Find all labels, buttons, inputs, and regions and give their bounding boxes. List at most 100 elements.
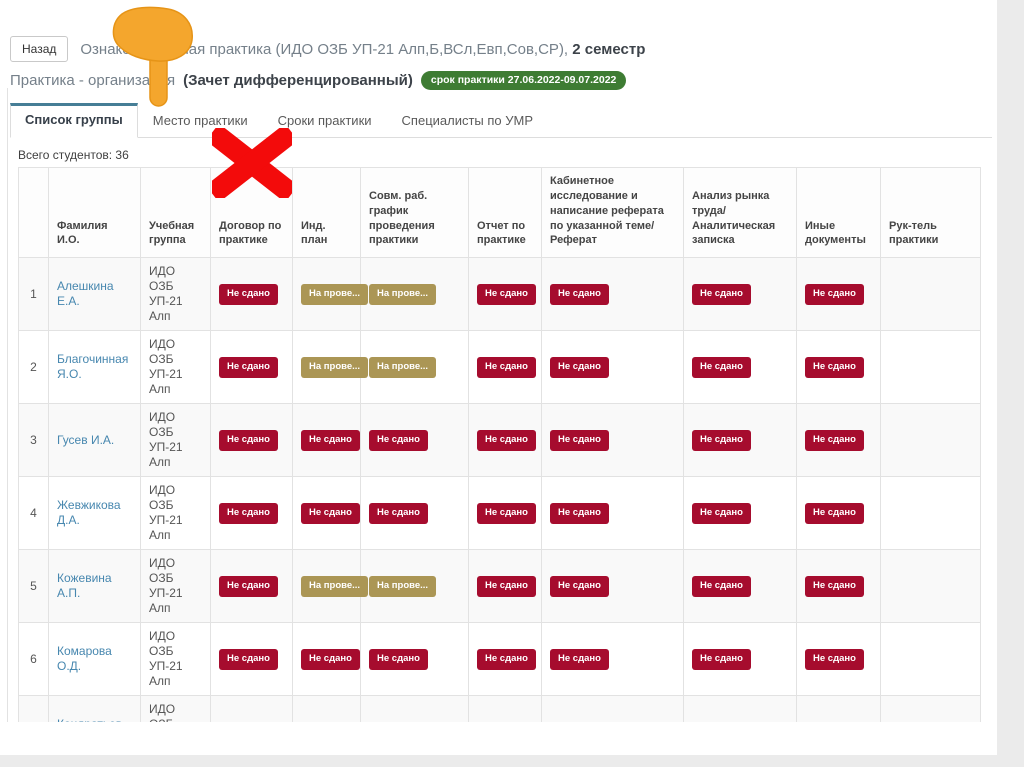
- status-badge-not-submitted[interactable]: Не сдано: [219, 429, 278, 451]
- status-cell: Не сдано: [468, 403, 542, 478]
- status-badge-not-submitted[interactable]: Не сдано: [550, 575, 609, 597]
- student-name-link[interactable]: Кондратьев Н.А.: [57, 717, 122, 722]
- supervisor-cell: [880, 476, 981, 551]
- status-badge-not-submitted[interactable]: Не сдано: [219, 356, 278, 378]
- column-header: Анализ рынка труда/ Аналитическая записк…: [683, 166, 797, 259]
- table-row: 3 Гусев И.А. ИДО ОЗБ УП-21 Алп Не сдано Не с…: [18, 403, 981, 478]
- student-name-link[interactable]: Благочинная Я.О.: [57, 352, 128, 381]
- status-badge-not-submitted[interactable]: Не сдано: [301, 429, 360, 451]
- status-badge-not-submitted[interactable]: Не сдано: [692, 283, 751, 305]
- row-number: 6: [18, 622, 49, 697]
- page-title-text: Ознакомительная практика (ИДО ОЗБ УП-21 …: [80, 40, 569, 58]
- students-table: Фамилия И.О. Учебная группа Договор по пра…: [18, 166, 981, 722]
- status-badge-in-review[interactable]: На прове...: [369, 283, 437, 305]
- status-badge-not-submitted[interactable]: Не сдано: [692, 356, 751, 378]
- status-cell: Не сдано: [210, 622, 293, 697]
- status-badge-not-submitted[interactable]: Не сдано: [805, 648, 864, 670]
- student-name-link[interactable]: Гусев И.А.: [57, 433, 114, 447]
- table-row: 4 Жевжикова Д.А. ИДО ОЗБ УП-21 Алп Не сдано…: [18, 476, 981, 551]
- student-name-cell: Кожевина А.П.: [48, 549, 141, 624]
- status-cell: На прове...: [292, 330, 369, 405]
- status-cell: На прове...: [360, 330, 469, 405]
- status-badge-not-submitted[interactable]: Не сдано: [301, 502, 360, 524]
- status-badge-not-submitted[interactable]: Не сдано: [477, 429, 536, 451]
- status-badge-not-submitted[interactable]: Не сдано: [805, 575, 864, 597]
- status-cell: Не сдано: [210, 330, 293, 405]
- status-badge-not-submitted[interactable]: Не сдано: [550, 429, 609, 451]
- tab-group-list[interactable]: Список группы: [10, 103, 138, 138]
- student-group-cell: ИДО ОЗБ УП-21 Алп: [140, 695, 211, 722]
- status-badge-not-submitted[interactable]: Не сдано: [805, 502, 864, 524]
- student-name-link[interactable]: Жевжикова Д.А.: [57, 498, 121, 527]
- table-header: Фамилия И.О. Учебная группа Договор по пра…: [18, 166, 981, 259]
- student-name-cell: Жевжикова Д.А.: [48, 476, 141, 551]
- status-badge-not-submitted[interactable]: Не сдано: [550, 502, 609, 524]
- column-header: Фамилия И.О.: [48, 166, 141, 259]
- status-badge-not-submitted[interactable]: Не сдано: [550, 283, 609, 305]
- status-cell: Не сдано: [683, 257, 797, 332]
- student-name-link[interactable]: Алешкина Е.А.: [57, 279, 114, 308]
- back-button[interactable]: Назад: [10, 36, 69, 62]
- status-cell: Не сдано: [360, 622, 469, 697]
- row-number: 2: [18, 330, 49, 405]
- column-header: Инд. план: [292, 166, 361, 259]
- status-badge-not-submitted[interactable]: Не сдано: [805, 283, 864, 305]
- status-badge-not-submitted[interactable]: Не сдано: [477, 283, 536, 305]
- status-cell: Не сдано: [541, 257, 684, 332]
- status-badge-in-review[interactable]: На прове...: [301, 356, 369, 378]
- status-cell: Не сдано: [292, 476, 361, 551]
- status-badge-not-submitted[interactable]: Не сдано: [369, 502, 428, 524]
- status-badge-not-submitted[interactable]: Не сдано: [692, 575, 751, 597]
- status-cell: На прове...: [292, 549, 369, 624]
- student-name-link[interactable]: Комарова О.Д.: [57, 644, 112, 673]
- status-badge-not-submitted[interactable]: Не сдано: [805, 429, 864, 451]
- status-cell: Не сдано: [468, 695, 542, 722]
- student-name-link[interactable]: Кожевина А.П.: [57, 571, 112, 600]
- status-cell: Не сдано: [468, 622, 542, 697]
- status-cell: Не сдано: [360, 403, 469, 478]
- status-cell: Не сдано: [210, 257, 293, 332]
- status-cell: Не сдано: [796, 476, 881, 551]
- status-badge-not-submitted[interactable]: Не сдано: [369, 648, 428, 670]
- status-badge-in-review[interactable]: На прове...: [301, 283, 369, 305]
- status-badge-not-submitted[interactable]: Не сдано: [477, 356, 536, 378]
- student-name-cell: Алешкина Е.А.: [48, 257, 141, 332]
- page-title-semester: 2 семестр: [572, 40, 646, 58]
- status-badge-not-submitted[interactable]: Не сдано: [550, 356, 609, 378]
- column-header: Отчет по практике: [468, 166, 542, 259]
- status-badge-not-submitted[interactable]: Не сдано: [477, 575, 536, 597]
- status-badge-not-submitted[interactable]: Не сдано: [219, 648, 278, 670]
- status-badge-not-submitted[interactable]: Не сдано: [219, 575, 278, 597]
- column-header: Кабинетное исследование и написание рефе…: [541, 166, 684, 259]
- status-cell: На прове...: [210, 695, 293, 722]
- status-badge-not-submitted[interactable]: Не сдано: [301, 648, 360, 670]
- status-badge-not-submitted[interactable]: Не сдано: [805, 356, 864, 378]
- app-screenshot: Назад Ознакомительная практика (ИДО ОЗБ …: [0, 0, 997, 722]
- status-badge-not-submitted[interactable]: Не сдано: [219, 283, 278, 305]
- status-cell: На прове...: [292, 695, 369, 722]
- status-badge-not-submitted[interactable]: Не сдано: [692, 648, 751, 670]
- column-header: Учебная группа: [140, 166, 211, 259]
- tab-practice-place[interactable]: Место практики: [138, 103, 263, 138]
- status-badge-in-review[interactable]: На прове...: [301, 575, 369, 597]
- status-cell: Не сдано: [360, 476, 469, 551]
- status-badge-not-submitted[interactable]: Не сдано: [219, 502, 278, 524]
- tab-practice-dates[interactable]: Сроки практики: [263, 103, 387, 138]
- status-badge-in-review[interactable]: На прове...: [369, 575, 437, 597]
- status-cell: Не сдано: [468, 330, 542, 405]
- practice-period-badge: срок практики 27.06.2022-09.07.2022: [420, 71, 627, 90]
- status-cell: Не сдано: [796, 695, 881, 722]
- status-badge-not-submitted[interactable]: Не сдано: [692, 429, 751, 451]
- status-cell: Не сдано: [210, 476, 293, 551]
- status-cell: Не сдано: [210, 403, 293, 478]
- student-group-cell: ИДО ОЗБ УП-21 Алп: [140, 476, 211, 551]
- tab-umr-specialists[interactable]: Специалисты по УМР: [387, 103, 549, 138]
- status-badge-not-submitted[interactable]: Не сдано: [369, 429, 428, 451]
- status-badge-not-submitted[interactable]: Не сдано: [477, 648, 536, 670]
- status-badge-not-submitted[interactable]: Не сдано: [550, 648, 609, 670]
- status-cell: Не сдано: [683, 476, 797, 551]
- status-cell: Не сдано: [796, 330, 881, 405]
- status-badge-in-review[interactable]: На прове...: [369, 356, 437, 378]
- status-badge-not-submitted[interactable]: Не сдано: [477, 502, 536, 524]
- status-badge-not-submitted[interactable]: Не сдано: [692, 502, 751, 524]
